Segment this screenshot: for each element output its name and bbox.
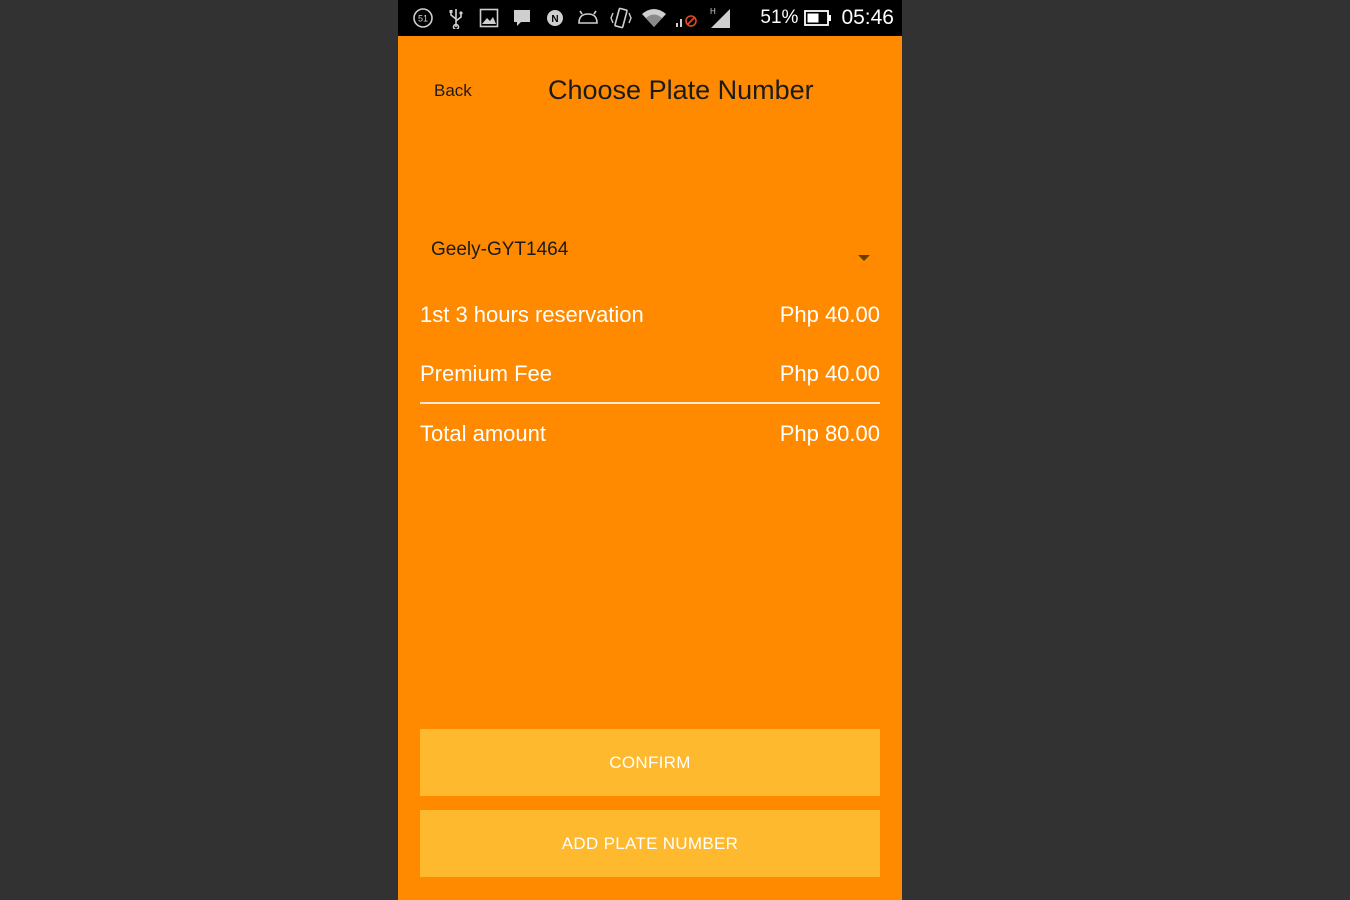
image-icon xyxy=(476,6,502,30)
total-divider xyxy=(420,402,880,404)
vibrate-icon xyxy=(608,6,634,30)
back-button[interactable]: Back xyxy=(434,81,472,101)
add-plate-number-button[interactable]: ADD PLATE NUMBER xyxy=(420,810,880,877)
reservation-fee-label: 1st 3 hours reservation xyxy=(420,302,644,327)
reservation-fee-row: 1st 3 hours reservation Php 40.00 xyxy=(420,300,880,330)
wifi-icon xyxy=(641,6,667,30)
confirm-button[interactable]: CONFIRM xyxy=(420,729,880,796)
battery-icon xyxy=(804,10,832,26)
dropdown-arrow-icon xyxy=(858,255,870,261)
total-amount-row: Total amount Php 80.00 xyxy=(420,419,880,449)
total-amount-value: Php 80.00 xyxy=(779,421,880,446)
battery-percent: 51% xyxy=(760,7,799,28)
android-icon xyxy=(575,6,601,30)
svg-text:N: N xyxy=(551,14,558,25)
notification-badge: 51 xyxy=(418,14,428,24)
reservation-fee-amount: Php 40.00 xyxy=(779,302,880,327)
status-bar: 51 N H 51% 05:46 xyxy=(398,0,902,36)
total-amount-label: Total amount xyxy=(420,421,546,446)
selected-plate-number: Geely-GYT1464 xyxy=(431,239,569,260)
premium-fee-label: Premium Fee xyxy=(420,361,553,386)
data-off-icon xyxy=(674,6,700,30)
plate-number-dropdown[interactable]: Geely-GYT1464 xyxy=(420,228,880,278)
clock: 05:46 xyxy=(841,6,894,29)
status-icons: 51 N H xyxy=(410,6,740,30)
premium-fee-amount: Php 40.00 xyxy=(779,361,880,386)
nfc-icon: N xyxy=(542,6,568,30)
phone-screen: 51 N H 51% 05:46 Back Choose Plate Numbe… xyxy=(398,0,902,900)
message-icon xyxy=(509,6,535,30)
premium-fee-row: Premium Fee Php 40.00 xyxy=(420,359,880,389)
svg-text:H: H xyxy=(710,7,716,16)
signal-icon: H xyxy=(707,6,733,30)
page-title: Choose Plate Number xyxy=(548,75,814,105)
usb-icon xyxy=(443,6,469,30)
status-right: 51% 05:46 xyxy=(760,0,894,36)
notification-count-icon: 51 xyxy=(410,6,436,30)
